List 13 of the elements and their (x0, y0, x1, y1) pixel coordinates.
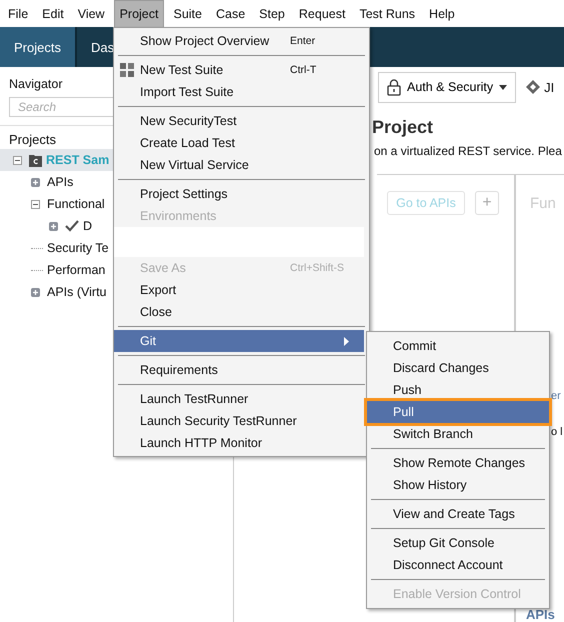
shortcut-text: Ctrl-T (290, 64, 318, 76)
navigator-title: Navigator (9, 77, 64, 91)
projects-label: Projects (8, 131, 57, 149)
shortcut-text: Ctrl+Shift-S (290, 262, 345, 274)
panel-text: er (551, 390, 561, 402)
panel-text: o l (551, 426, 563, 438)
project-heading: Project (372, 117, 434, 138)
menu-item: Save As Ctrl+Shift-S (114, 257, 364, 279)
menu-item: Environments (139, 208, 218, 225)
shortcut-text: Enter (290, 35, 316, 47)
panel-title: APIs (526, 607, 555, 622)
description-text: on a virtualized REST service. Plea (374, 144, 562, 158)
menu-item: Enable Version Control (392, 586, 522, 603)
